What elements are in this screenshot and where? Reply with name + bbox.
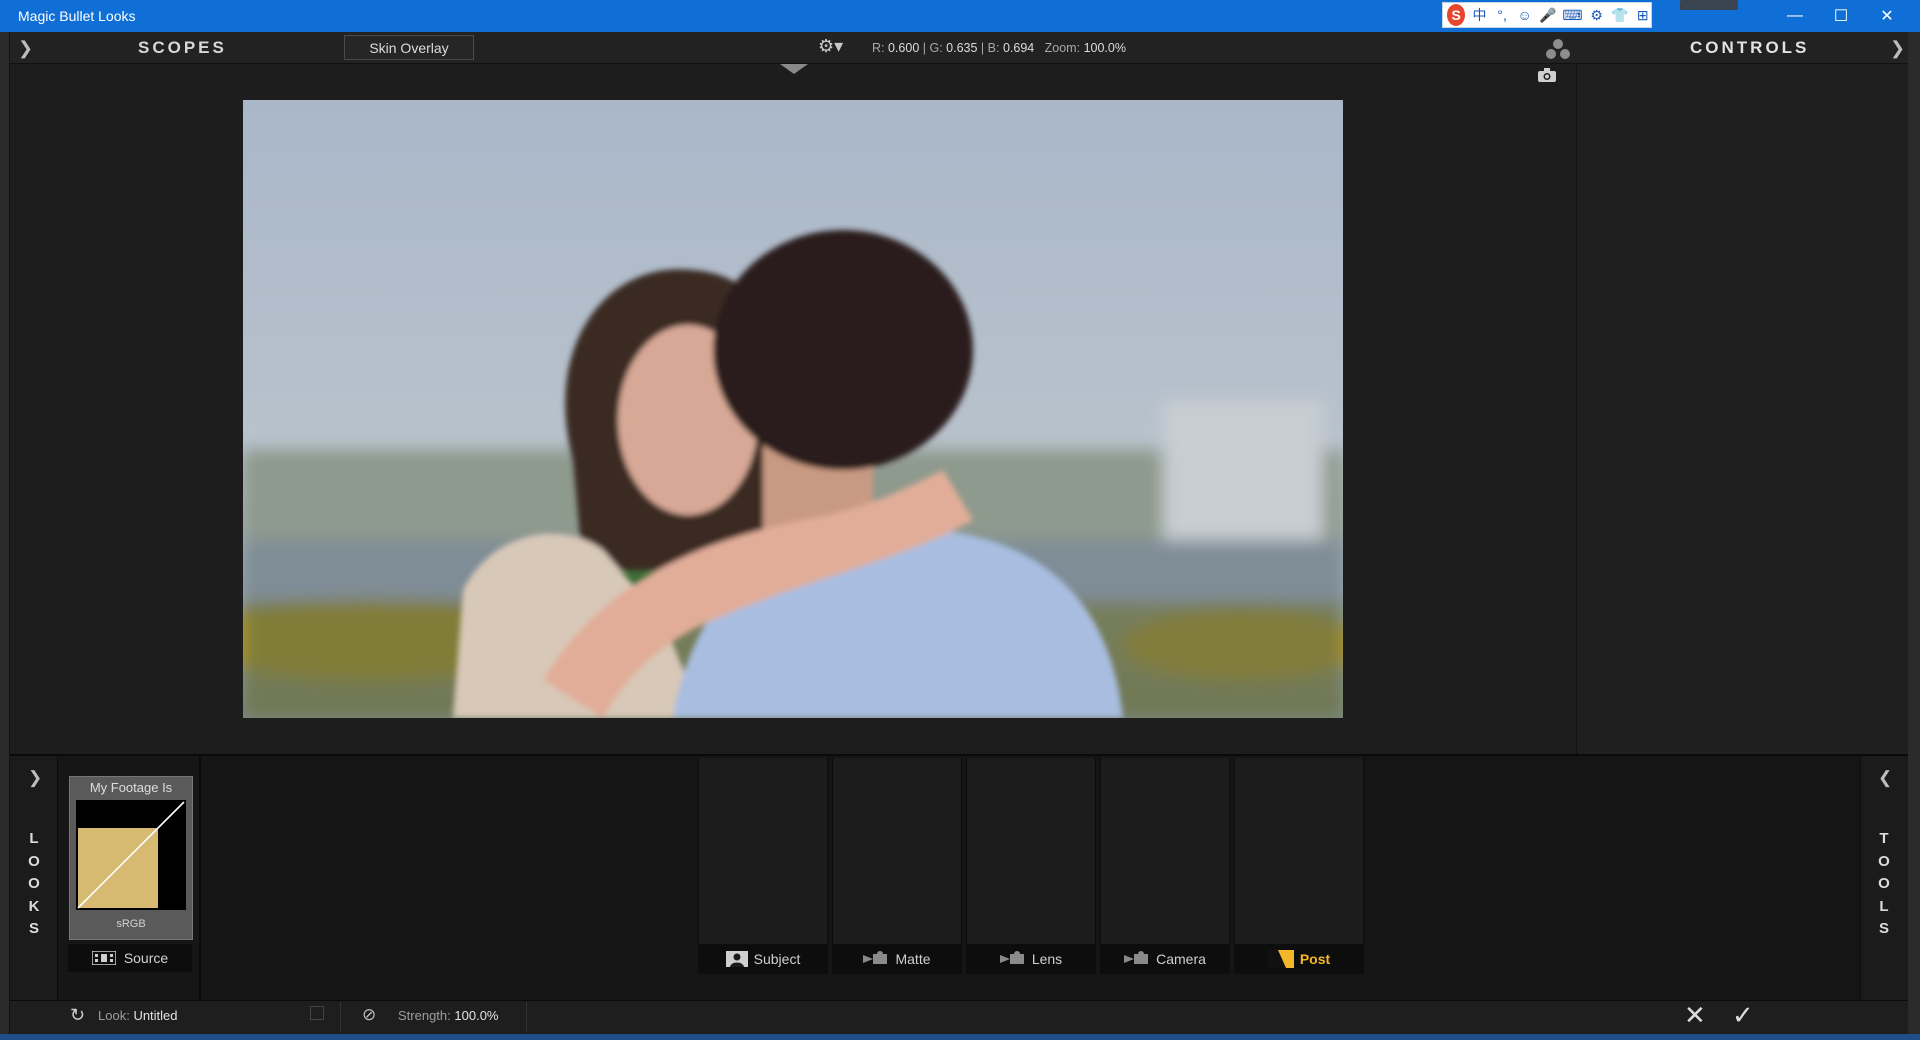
film-strip-icon xyxy=(91,951,116,965)
source-tab[interactable]: Source xyxy=(68,944,192,972)
strength-value: 100.0% xyxy=(454,1008,499,1023)
tab-subject[interactable]: Subject xyxy=(698,944,828,974)
tab-camera[interactable]: Camera xyxy=(1100,944,1230,974)
post-icon xyxy=(1267,950,1294,968)
frame-bottom xyxy=(0,1034,1920,1040)
looks-rail-label[interactable]: LOOKS xyxy=(24,828,44,941)
ime-keyboard-icon[interactable]: ⌨ xyxy=(1562,4,1582,26)
tab-matte[interactable]: Matte xyxy=(832,944,962,974)
maximize-icon[interactable]: ☐ xyxy=(1818,0,1864,32)
controls-panel xyxy=(1576,64,1908,754)
gear-icon[interactable]: ⚙▾ xyxy=(818,36,843,57)
r-value: 0.600 xyxy=(887,41,920,55)
g-value: 0.635 xyxy=(946,41,978,55)
save-look-icon[interactable] xyxy=(310,1006,324,1020)
scopes-expand-chevron-icon[interactable]: ❯ xyxy=(18,38,33,59)
ime-logo-icon[interactable]: S xyxy=(1447,4,1466,26)
strength-label: Strength: xyxy=(398,1008,451,1023)
g-label: G: xyxy=(929,41,943,55)
look-value: Untitled xyxy=(133,1008,178,1023)
ime-chinese-icon[interactable]: 中 xyxy=(1471,4,1488,26)
tab-post-label: Post xyxy=(1299,951,1331,967)
footage-title: My Footage Is xyxy=(89,780,173,795)
tab-lens-label: Lens xyxy=(1031,951,1063,967)
ime-emoji-icon[interactable]: ☺ xyxy=(1516,4,1533,26)
scopes-label[interactable]: SCOPES xyxy=(138,38,227,58)
bypass-icon[interactable]: ⊘ xyxy=(362,1005,376,1025)
status-bar xyxy=(10,1000,1908,1034)
status-divider xyxy=(526,1002,527,1032)
tools-expand-chevron-icon[interactable]: ❮ xyxy=(1878,768,1892,788)
look-name[interactable]: Look: Untitled xyxy=(98,1008,178,1023)
cancel-icon[interactable]: ✕ xyxy=(1684,1000,1706,1031)
tab-subject-label: Subject xyxy=(753,951,801,967)
ime-toolbar[interactable]: S 中 °, ☺ 🎤 ⌨ ⚙ 👕 ⊞ xyxy=(1442,2,1652,28)
b-label: B: xyxy=(987,41,1000,55)
subject-icon xyxy=(725,951,748,967)
frame-right xyxy=(1908,32,1920,1034)
looks-expand-chevron-icon[interactable]: ❯ xyxy=(28,768,42,788)
taskbar-thumbnail xyxy=(1680,0,1738,10)
snapshot-camera-icon[interactable] xyxy=(1538,68,1556,82)
matte-icon xyxy=(863,951,888,964)
controls-label[interactable]: CONTROLS xyxy=(1690,38,1809,58)
r-label: R: xyxy=(872,41,885,55)
tab-camera-label: Camera xyxy=(1156,951,1206,967)
lens-icon xyxy=(999,951,1024,964)
camera-tool-column[interactable] xyxy=(1100,758,1230,974)
tab-matte-label: Matte xyxy=(895,951,931,967)
reset-icon[interactable]: ↻ xyxy=(70,1005,85,1026)
ime-grid-icon[interactable]: ⊞ xyxy=(1634,4,1651,26)
footage-colorspace: sRGB xyxy=(116,918,146,930)
footage-curve-graph xyxy=(76,800,186,910)
subject-tool-column[interactable] xyxy=(698,758,828,974)
close-icon[interactable]: ✕ xyxy=(1864,0,1910,32)
status-divider xyxy=(340,1002,341,1032)
ime-mic-icon[interactable]: 🎤 xyxy=(1539,4,1556,26)
post-tool-column[interactable] xyxy=(1234,758,1364,974)
zoom-value: 100.0% xyxy=(1083,41,1126,55)
frame-left xyxy=(0,32,10,1034)
minimize-icon[interactable]: — xyxy=(1772,0,1818,32)
layout-toggle-icon[interactable] xyxy=(1545,38,1571,60)
matte-tool-column[interactable] xyxy=(832,758,962,974)
controls-expand-chevron-icon[interactable]: ❯ xyxy=(1890,38,1905,59)
skin-overlay-button[interactable]: Skin Overlay xyxy=(344,35,474,60)
preview-image[interactable] xyxy=(243,100,1343,718)
tab-lens[interactable]: Lens xyxy=(966,944,1096,974)
b-value: 0.694 xyxy=(1002,41,1035,55)
viewer-dropdown-arrow-icon[interactable] xyxy=(780,64,808,74)
tools-rail-label[interactable]: TOOLS xyxy=(1874,828,1894,941)
source-tab-label: Source xyxy=(123,950,169,966)
ok-check-icon[interactable]: ✓ xyxy=(1732,1000,1754,1031)
strength-control[interactable]: Strength: 100.0% xyxy=(398,1008,498,1023)
ime-punct-icon[interactable]: °, xyxy=(1494,4,1511,26)
ime-skin-icon[interactable]: 👕 xyxy=(1611,4,1628,26)
lens-tool-column[interactable] xyxy=(966,758,1096,974)
tab-post[interactable]: Post xyxy=(1234,944,1364,974)
window-title: Magic Bullet Looks xyxy=(18,8,136,24)
pixel-readout: R: 0.600 | G: 0.635 | B: 0.694 Zoom: 100… xyxy=(872,41,1126,55)
zoom-label: Zoom: xyxy=(1044,41,1081,55)
ime-settings-icon[interactable]: ⚙ xyxy=(1588,4,1605,26)
look-label: Look: xyxy=(98,1008,130,1023)
camera-tab-icon xyxy=(1124,951,1149,964)
